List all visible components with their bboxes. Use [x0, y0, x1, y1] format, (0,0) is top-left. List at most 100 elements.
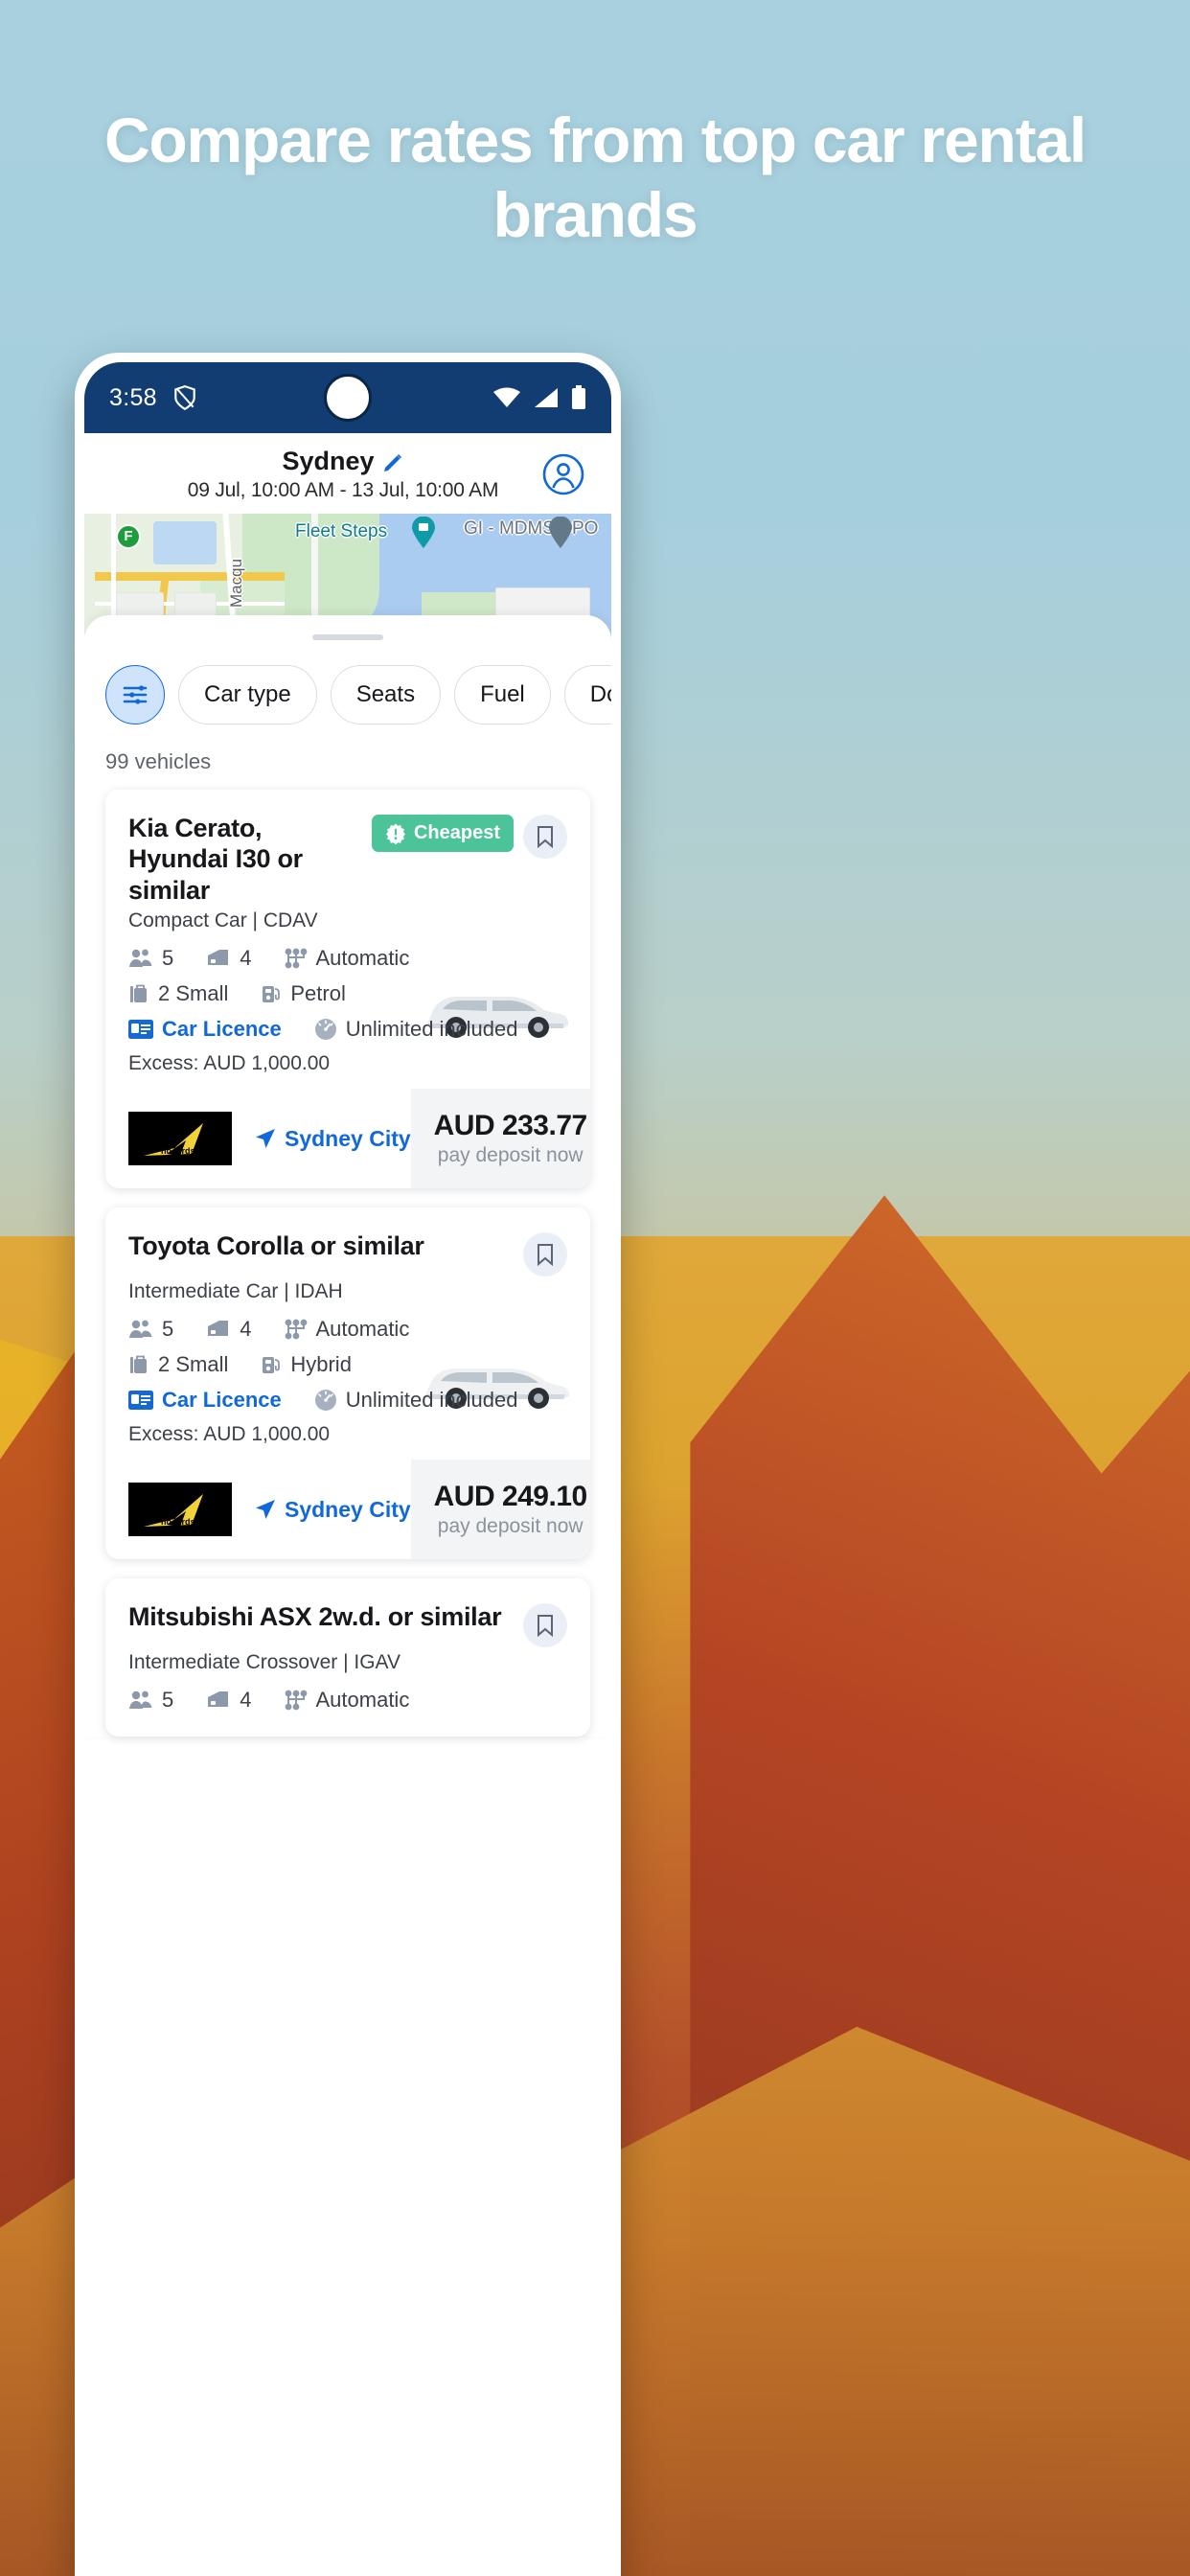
- filter-chip-row[interactable]: Car type Seats Fuel Doors Supplier: [84, 640, 611, 724]
- pickup-city[interactable]: Sydney: [282, 447, 403, 476]
- vehicle-spec-row: 2 Small Hybrid: [128, 1352, 567, 1377]
- gear-shift-icon: [285, 1319, 308, 1340]
- vehicle-card-body: Kia Cerato, Hyundai I30 or similar Cheap…: [105, 790, 590, 1089]
- passengers-icon: [128, 1319, 153, 1340]
- spec-doors-value: 4: [240, 1317, 252, 1342]
- price-block[interactable]: AUD 249.10 pay deposit now: [410, 1460, 590, 1560]
- vehicle-card-footer: no birds Sydney City: [105, 1460, 590, 1560]
- spec-transmission: Automatic: [285, 1688, 409, 1713]
- spec-mileage: Unlimited included: [314, 1017, 518, 1042]
- phone-screen: 3:58 Sydney 09 Jul, 10:00 AM - 13 Jul, 1…: [84, 362, 611, 2576]
- spec-fuel-value: Hybrid: [290, 1352, 352, 1377]
- vehicle-title: Mitsubishi ASX 2w.d. or similar: [128, 1602, 502, 1632]
- results-sheet: Car type Seats Fuel Doors Supplier 99 ve…: [84, 615, 611, 1737]
- filter-chip-doors[interactable]: Doors: [563, 665, 611, 724]
- vehicle-card[interactable]: Mitsubishi ASX 2w.d. or similar Intermed…: [105, 1578, 590, 1737]
- map-label-gi-mdms: GI - MDMS SPO: [464, 518, 599, 540]
- licence-card-icon: [128, 1020, 153, 1040]
- pickup-location-link[interactable]: Sydney City: [255, 1497, 411, 1523]
- price-block[interactable]: AUD 233.77 pay deposit now: [410, 1089, 590, 1189]
- door-icon: [206, 1319, 231, 1340]
- phone-mockup: 3:58 Sydney 09 Jul, 10:00 AM - 13 Jul, 1…: [75, 353, 621, 2576]
- vehicle-excess: Excess: AUD 1,000.00: [128, 1052, 331, 1075]
- svg-text:no birds: no birds: [161, 1146, 195, 1156]
- spec-luggage: 2 Small: [128, 981, 228, 1006]
- vehicle-card[interactable]: Kia Cerato, Hyundai I30 or similar Cheap…: [105, 790, 590, 1189]
- cheapest-seal-icon: [385, 823, 406, 844]
- status-bar-right: [492, 385, 586, 410]
- map-pin-icon[interactable]: [548, 516, 573, 549]
- filters-button[interactable]: [105, 665, 165, 724]
- spec-fuel-value: Petrol: [290, 981, 346, 1006]
- status-bar-left: 3:58: [109, 384, 197, 412]
- vehicle-card[interactable]: Toyota Corolla or similar Intermediate C…: [105, 1208, 590, 1560]
- map-street-label: Macqu: [226, 558, 245, 608]
- vehicle-specs: 5 4: [128, 1317, 567, 1446]
- passengers-icon: [128, 1690, 153, 1711]
- map-block: [116, 591, 164, 618]
- vehicle-category: Intermediate Car | IDAH: [128, 1280, 343, 1303]
- badge-label: Cheapest: [413, 822, 500, 843]
- vehicle-spec-row: 5 4 Automatic: [128, 1688, 567, 1713]
- spec-licence-value: Car Licence: [162, 1017, 282, 1042]
- save-vehicle-button[interactable]: [523, 815, 567, 859]
- suitcase-icon: [128, 1354, 149, 1375]
- vehicle-title-row: Toyota Corolla or similar: [128, 1230, 567, 1277]
- spec-licence-value: Car Licence: [162, 1388, 282, 1413]
- map-f-badge: F: [116, 523, 141, 549]
- pickup-location-label: Sydney City: [285, 1496, 411, 1522]
- status-bar-clock: 3:58: [109, 383, 157, 411]
- spec-licence[interactable]: Car Licence: [128, 1017, 282, 1042]
- spec-transmission: Automatic: [285, 1317, 409, 1342]
- spec-passengers: 5: [128, 1317, 173, 1342]
- navigation-arrow-icon: [255, 1128, 276, 1149]
- spec-doors: 4: [206, 1317, 252, 1342]
- pickup-location-link[interactable]: Sydney City: [255, 1126, 411, 1152]
- camera-notch: [324, 374, 372, 422]
- supplier-logo-no-birds: no birds: [128, 1112, 232, 1166]
- pencil-icon[interactable]: [383, 451, 404, 472]
- filter-chip-fuel[interactable]: Fuel: [454, 665, 551, 724]
- map-pin-icon[interactable]: [411, 516, 436, 549]
- vehicle-title-row: Kia Cerato, Hyundai I30 or similar Cheap…: [128, 813, 567, 906]
- passengers-icon: [128, 948, 153, 969]
- vehicle-title-row: Mitsubishi ASX 2w.d. or similar: [128, 1601, 567, 1648]
- vehicle-spec-row: 5 4 Automatic: [128, 946, 567, 971]
- spec-doors: 4: [206, 1688, 252, 1713]
- fuel-pump-icon: [261, 983, 282, 1004]
- shield-icon: [172, 384, 197, 411]
- supplier-info: no birds Sydney City: [105, 1089, 411, 1188]
- account-button[interactable]: [537, 452, 590, 496]
- spec-transmission: Automatic: [285, 946, 409, 971]
- spec-passengers: 5: [128, 1688, 173, 1713]
- save-vehicle-button[interactable]: [523, 1232, 567, 1277]
- account-circle-icon: [541, 452, 585, 496]
- marketing-headline: Compare rates from top car rental brands: [103, 104, 1087, 250]
- search-summary[interactable]: Sydney 09 Jul, 10:00 AM - 13 Jul, 10:00 …: [105, 447, 537, 502]
- save-vehicle-button[interactable]: [523, 1603, 567, 1648]
- pickup-city-label: Sydney: [282, 447, 375, 475]
- bookmark-icon: [536, 1243, 555, 1267]
- fuel-pump-icon: [261, 1354, 282, 1375]
- spec-mileage: Unlimited included: [314, 1388, 518, 1413]
- spec-licence[interactable]: Car Licence: [128, 1388, 282, 1413]
- spec-fuel: Petrol: [261, 981, 346, 1006]
- map-water-small: [152, 520, 217, 564]
- door-icon: [206, 1690, 231, 1711]
- licence-card-icon: [128, 1391, 153, 1411]
- supplier-logo-no-birds: no birds: [128, 1483, 232, 1537]
- vehicle-category: Compact Car | CDAV: [128, 909, 318, 932]
- supplier-info: no birds Sydney City: [105, 1460, 411, 1559]
- spec-mileage-value: Unlimited included: [345, 1017, 518, 1042]
- suitcase-icon: [128, 983, 149, 1004]
- spec-doors-value: 4: [240, 1688, 252, 1713]
- vehicle-category: Intermediate Crossover | IGAV: [128, 1651, 401, 1674]
- filter-chip-car-type[interactable]: Car type: [178, 665, 317, 724]
- battery-icon: [571, 385, 586, 410]
- spec-luggage: 2 Small: [128, 1352, 228, 1377]
- vehicle-card-footer: no birds Sydney City: [105, 1089, 590, 1189]
- map-road-major: [95, 571, 285, 581]
- spec-doors-value: 4: [240, 946, 252, 971]
- price-note: pay deposit now: [437, 1144, 584, 1167]
- filter-chip-seats[interactable]: Seats: [330, 665, 442, 724]
